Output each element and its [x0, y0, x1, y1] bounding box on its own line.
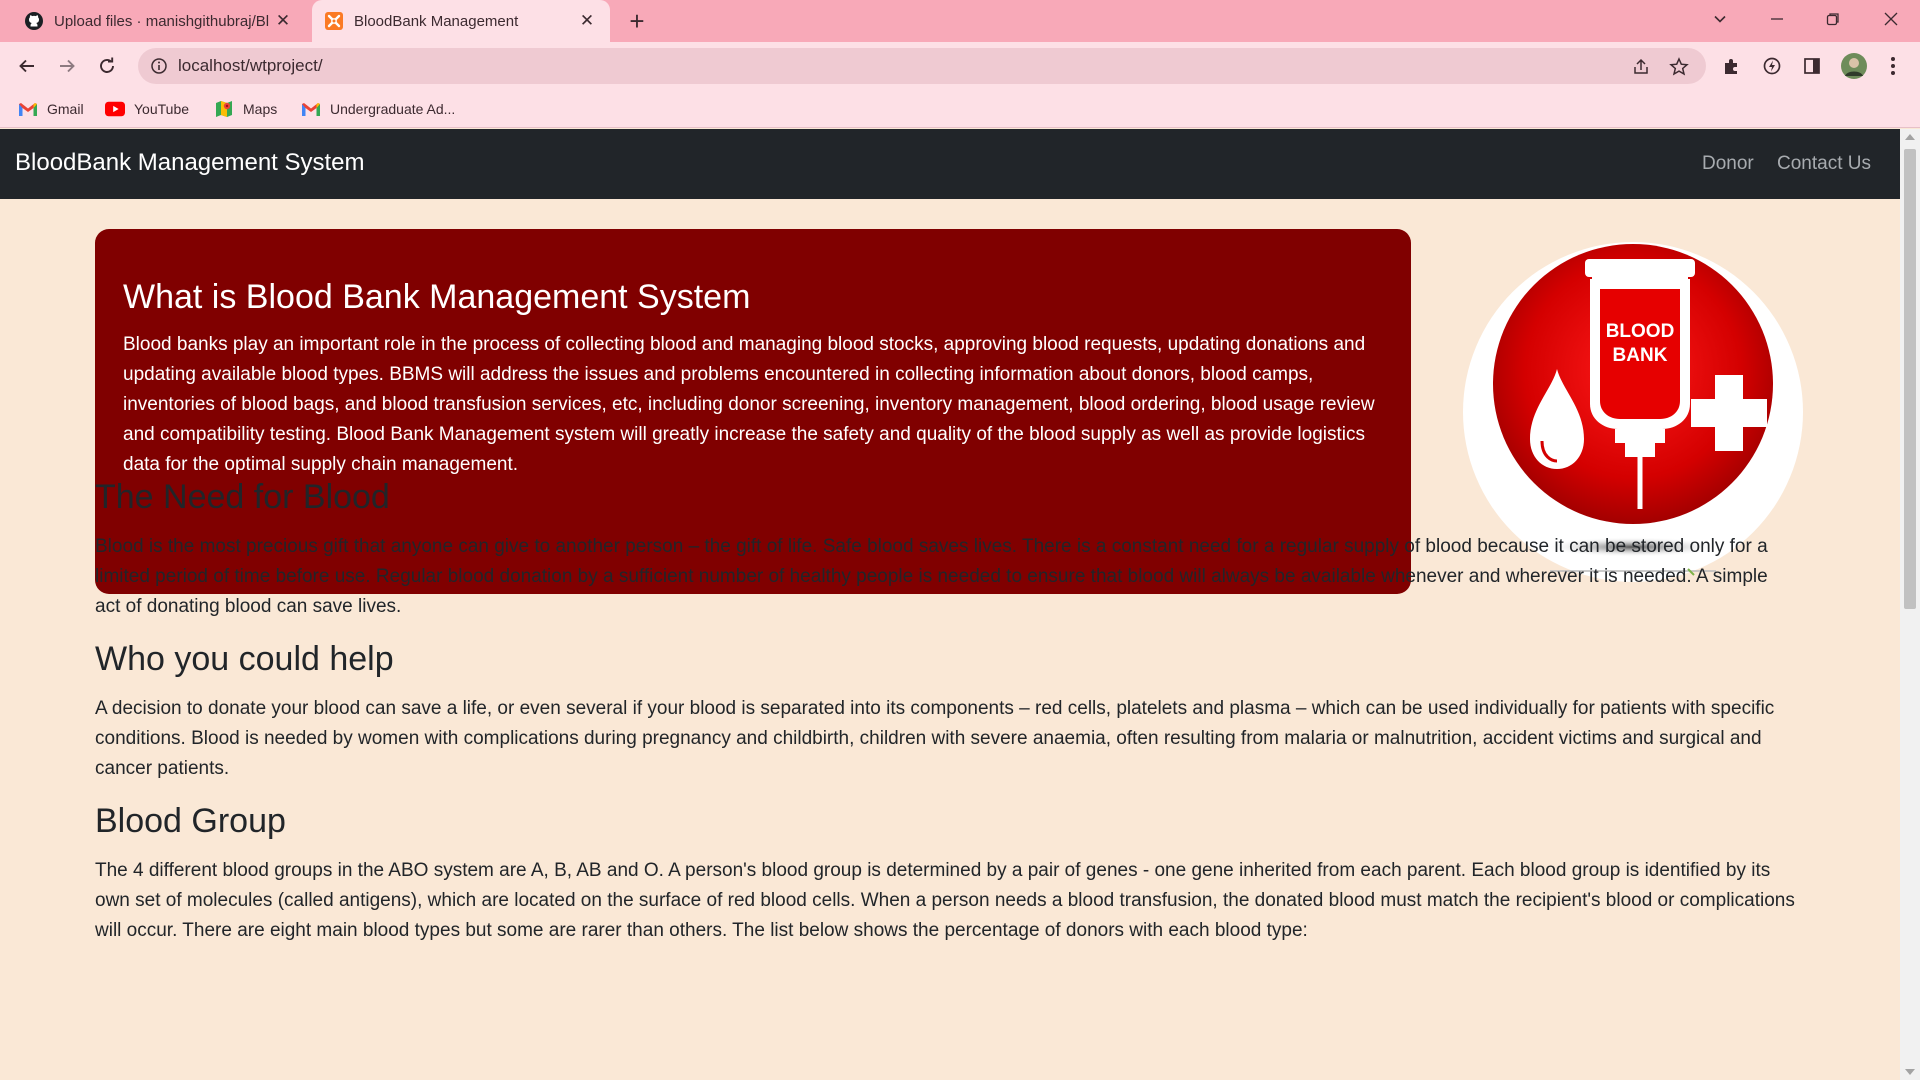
section-blood-group: Blood Group The 4 different blood groups… [95, 801, 1795, 946]
bookmarks-bar: Gmail YouTube Maps Undergraduate Ad... [0, 90, 1920, 128]
new-tab-button[interactable]: + [622, 6, 652, 36]
tab-upload-files[interactable]: Upload files · manishgithubraj/Bl ✕ [12, 0, 306, 42]
scroll-up-arrow-icon[interactable] [1905, 134, 1915, 140]
bookmark-gmail[interactable]: Gmail [18, 98, 84, 120]
restore-icon[interactable] [1808, 0, 1858, 38]
gmail-icon [18, 101, 38, 117]
back-icon[interactable] [11, 50, 43, 82]
performance-icon[interactable] [1759, 53, 1785, 79]
url-text: localhost/wtproject/ [178, 56, 323, 75]
youtube-icon [105, 101, 125, 117]
tab-title: BloodBank Management [354, 12, 519, 30]
side-panel-icon[interactable] [1799, 53, 1825, 79]
section-need-for-blood: The Need for Blood Blood is the most pre… [95, 477, 1795, 622]
bookmark-label: YouTube [134, 101, 190, 117]
hero-title: What is Blood Bank Management System [123, 278, 751, 316]
bookmark-label: Maps [243, 101, 278, 117]
reload-icon[interactable] [91, 50, 123, 82]
browser-menu-icon[interactable] [1880, 53, 1906, 79]
share-icon[interactable] [1630, 56, 1652, 78]
profile-avatar-icon[interactable] [1839, 51, 1869, 81]
scroll-down-arrow-icon[interactable] [1905, 1069, 1915, 1075]
bookmark-star-icon[interactable] [1668, 56, 1690, 78]
site-info-icon[interactable] [150, 57, 168, 75]
browser-toolbar: localhost/wtproject/ [0, 42, 1920, 90]
tab-search-chevron-icon[interactable] [1695, 0, 1745, 38]
gmail-icon [301, 101, 321, 117]
address-bar[interactable]: localhost/wtproject/ [138, 48, 1706, 84]
section-heading: The Need for Blood [95, 478, 390, 516]
nav-link-donor[interactable]: Donor [1702, 153, 1754, 175]
site-navbar: BloodBank Management System Donor Contac… [0, 129, 1900, 199]
bookmark-youtube[interactable]: YouTube [105, 98, 189, 120]
extensions-icon[interactable] [1719, 53, 1745, 79]
section-body: Blood is the most precious gift that any… [95, 535, 1768, 617]
section-who-you-could-help: Who you could help A decision to donate … [95, 639, 1795, 784]
tab-bloodbank[interactable]: BloodBank Management ✕ [312, 0, 610, 42]
tab-title: Upload files · manishgithubraj/Bl [54, 12, 270, 30]
section-heading: Who you could help [95, 640, 394, 678]
close-tab-icon[interactable]: ✕ [576, 10, 598, 32]
github-icon [24, 11, 44, 31]
site-brand[interactable]: BloodBank Management System [15, 149, 365, 177]
minimize-icon[interactable] [1752, 0, 1802, 38]
logo-text-bank: BANK [1613, 345, 1668, 366]
section-body: A decision to donate your blood can save… [95, 697, 1775, 779]
close-tab-icon[interactable]: ✕ [272, 10, 294, 32]
bookmark-label: Gmail [47, 101, 84, 117]
maps-icon [214, 101, 234, 117]
nav-link-contact-us[interactable]: Contact Us [1777, 153, 1871, 175]
forward-icon[interactable] [51, 50, 83, 82]
section-body: The 4 different blood groups in the ABO … [95, 859, 1795, 941]
page-viewport: BloodBank Management System Donor Contac… [0, 129, 1900, 1080]
hero-body: Blood banks play an important role in th… [123, 333, 1375, 475]
scrollbar-thumb[interactable] [1904, 149, 1916, 609]
page-scrollbar[interactable] [1900, 129, 1920, 1080]
section-heading: Blood Group [95, 802, 286, 840]
bookmark-maps[interactable]: Maps [214, 98, 277, 120]
browser-tab-strip: Upload files · manishgithubraj/Bl ✕ Bloo… [0, 0, 1920, 42]
bookmark-undergraduate[interactable]: Undergraduate Ad... [301, 98, 455, 120]
xampp-icon [324, 11, 344, 31]
close-window-icon[interactable] [1866, 0, 1916, 38]
bookmark-label: Undergraduate Ad... [330, 101, 456, 117]
logo-text-blood: BLOOD [1606, 321, 1675, 342]
